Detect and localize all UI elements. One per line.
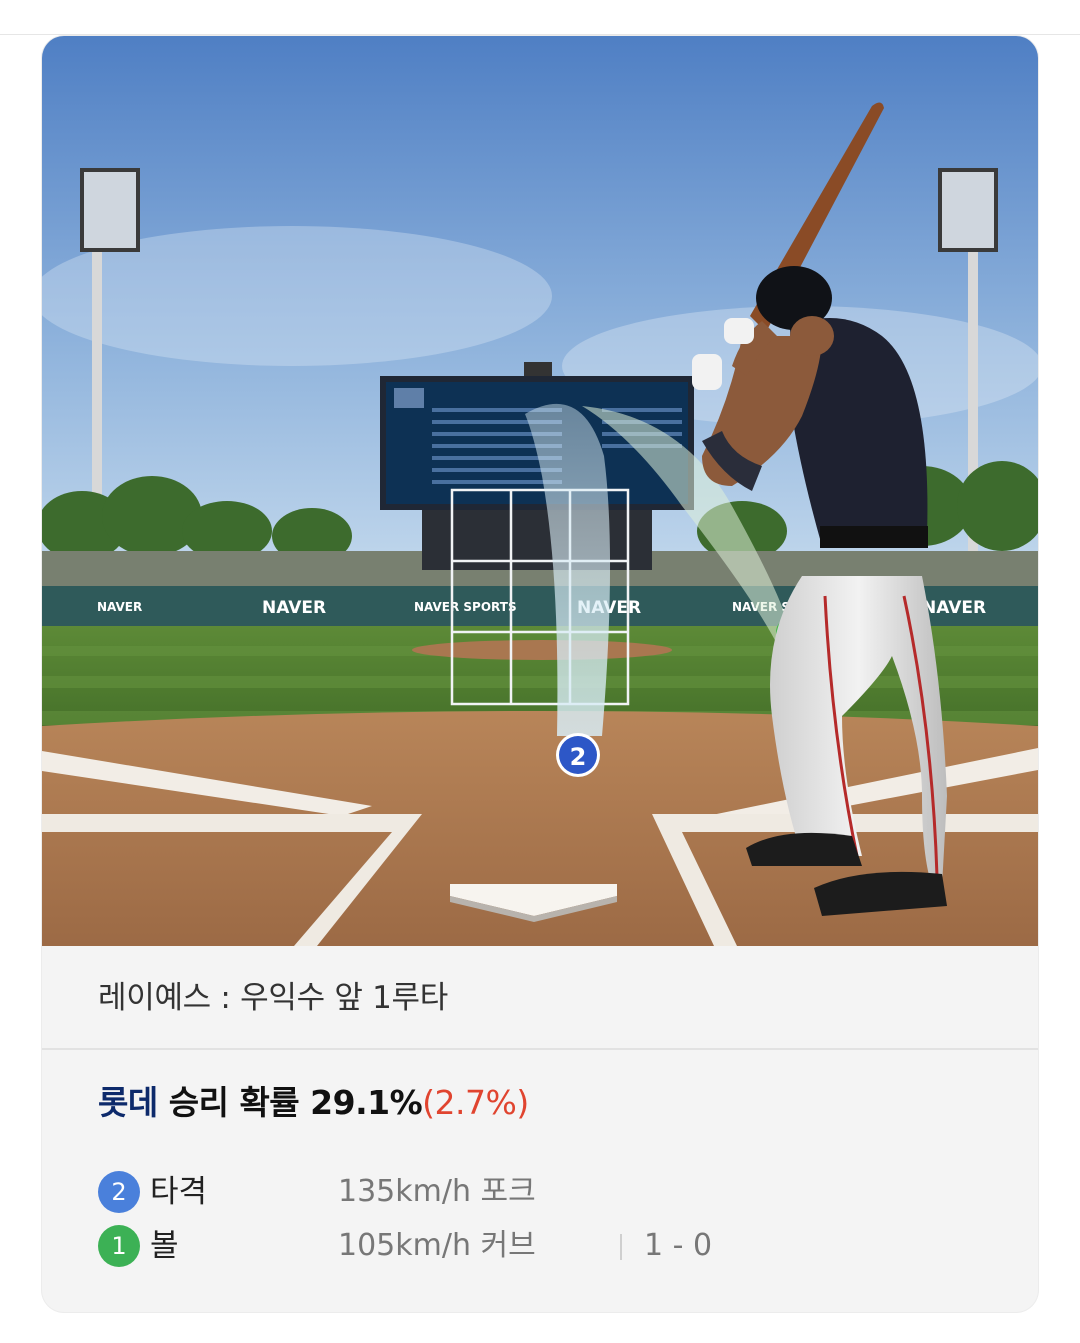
ad-banner: NAVER SPORTS: [414, 600, 517, 614]
pitch-row: 1 볼 105km/h 커브 1 - 0: [98, 1224, 998, 1268]
pitch-scene-image: NAVER NAVER NAVER SPORTS NAVER NAVER SPO…: [42, 36, 1038, 946]
scoreboard: [380, 362, 694, 570]
team-name: 롯데: [98, 1083, 158, 1122]
pitch-result: 볼: [150, 1228, 179, 1264]
top-divider: [0, 34, 1080, 35]
section-divider: [42, 1048, 1038, 1050]
win-probability-label: 승리 확률: [168, 1083, 300, 1122]
pitch-result: 타격: [150, 1174, 208, 1210]
pitch-marker-2: 2: [556, 733, 600, 777]
win-probability: 롯데 승리 확률 29.1%(2.7%): [98, 1076, 529, 1122]
ad-banner: NAVER: [97, 600, 142, 614]
ad-banner: NAVER: [262, 598, 326, 618]
pitch-row: 2 타격 135km/h 포크: [98, 1170, 998, 1214]
ad-banner: NAVER: [922, 598, 986, 618]
win-probability-delta: (2.7%): [422, 1083, 529, 1122]
pitch-speed-type: 135km/h 포크: [338, 1174, 536, 1209]
win-probability-value: 29.1%: [310, 1083, 423, 1122]
pitch-number-badge: 1: [98, 1225, 140, 1267]
pitch-card: NAVER NAVER NAVER SPORTS NAVER NAVER SPO…: [42, 36, 1038, 1312]
ball-strike-count: 1 - 0: [644, 1228, 713, 1263]
separator: [620, 1234, 622, 1260]
svg-text:2: 2: [570, 743, 587, 771]
pitch-number-badge: 2: [98, 1171, 140, 1213]
pitch-speed-type: 105km/h 커브: [338, 1228, 536, 1263]
play-description: 레이예스 : 우익수 앞 1루타: [98, 980, 448, 1016]
